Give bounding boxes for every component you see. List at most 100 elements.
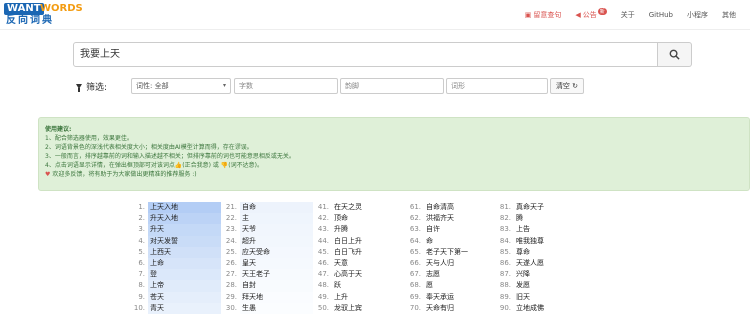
result-item[interactable]: 87. 兴降: [497, 269, 587, 280]
result-word[interactable]: 上天入地: [148, 202, 221, 214]
result-word[interactable]: 上升: [332, 292, 405, 303]
result-item[interactable]: 70. 天命有归: [407, 303, 497, 314]
nav-miniprogram[interactable]: 小程序: [687, 10, 708, 20]
result-item[interactable]: 8. 上帝: [131, 280, 221, 292]
nav-other[interactable]: 其他: [722, 10, 736, 20]
result-word[interactable]: 发愿: [514, 280, 587, 291]
result-item[interactable]: 62. 洪福齐天: [407, 213, 497, 224]
result-word[interactable]: 天意: [332, 258, 405, 269]
result-item[interactable]: 61. 自命清高: [407, 202, 497, 213]
result-word[interactable]: 志愿: [424, 269, 497, 280]
result-item[interactable]: 49. 上升: [315, 292, 405, 303]
result-item[interactable]: 43. 升腾: [315, 224, 405, 235]
result-word[interactable]: 天王老子: [240, 269, 313, 281]
result-item[interactable]: 67. 志愿: [407, 269, 497, 280]
result-item[interactable]: 23. 天爷: [223, 224, 313, 236]
result-word[interactable]: 上告: [514, 224, 587, 235]
result-word[interactable]: 老子天下第一: [424, 247, 497, 258]
result-item[interactable]: 21. 自命: [223, 202, 313, 214]
result-word[interactable]: 心高于天: [332, 269, 405, 280]
search-button[interactable]: [658, 42, 692, 67]
result-item[interactable]: 42. 顶命: [315, 213, 405, 224]
result-item[interactable]: 44. 白日上升: [315, 236, 405, 247]
result-word[interactable]: 升天入地: [148, 213, 221, 225]
result-item[interactable]: 81. 真命天子: [497, 202, 587, 213]
result-word[interactable]: 白日飞升: [332, 247, 405, 258]
result-item[interactable]: 84. 唯我独尊: [497, 236, 587, 247]
result-item[interactable]: 9. 苍天: [131, 291, 221, 303]
word-shape-input[interactable]: 词形: [446, 78, 548, 94]
result-item[interactable]: 7. 登: [131, 269, 221, 281]
result-item[interactable]: 6. 上命: [131, 257, 221, 270]
char-count-input[interactable]: 字数: [234, 78, 338, 94]
result-item[interactable]: 50. 龙驭上宾: [315, 303, 405, 314]
result-word[interactable]: 对天发誓: [148, 235, 221, 247]
result-word[interactable]: 真命天子: [514, 202, 587, 213]
result-item[interactable]: 30. 生愚: [223, 302, 313, 314]
result-item[interactable]: 69. 奉天承运: [407, 292, 497, 303]
result-item[interactable]: 82. 腾: [497, 213, 587, 224]
result-word[interactable]: 顶命: [332, 213, 405, 224]
result-word[interactable]: 自封: [240, 280, 313, 292]
result-item[interactable]: 22. 主: [223, 213, 313, 225]
result-word[interactable]: 登: [148, 269, 221, 281]
result-word[interactable]: 天遂人愿: [514, 258, 587, 269]
result-word[interactable]: 跃: [332, 280, 405, 291]
result-item[interactable]: 89. 旧天: [497, 292, 587, 303]
nav-notice[interactable]: ◀ 公告 新: [575, 7, 607, 20]
result-item[interactable]: 2. 升天入地: [131, 213, 221, 225]
nav-feedback[interactable]: ▣ 留意查句: [525, 10, 562, 20]
result-item[interactable]: 68. 愿: [407, 280, 497, 291]
result-word[interactable]: 自许: [424, 224, 497, 235]
result-word[interactable]: 主: [240, 213, 313, 225]
result-item[interactable]: 3. 升天: [131, 224, 221, 236]
result-item[interactable]: 24. 超升: [223, 235, 313, 247]
result-word[interactable]: 自命清高: [424, 202, 497, 213]
result-word[interactable]: 白日上升: [332, 236, 405, 247]
search-input[interactable]: 我要上天: [73, 42, 658, 67]
result-word[interactable]: 尊命: [514, 247, 587, 258]
nav-about[interactable]: 关于: [621, 10, 635, 20]
result-item[interactable]: 26. 皇天: [223, 257, 313, 270]
result-word[interactable]: 上西天: [148, 246, 221, 258]
result-item[interactable]: 83. 上告: [497, 224, 587, 235]
result-item[interactable]: 85. 尊命: [497, 247, 587, 258]
nav-github[interactable]: GitHub: [649, 11, 673, 19]
result-word[interactable]: 愿: [424, 280, 497, 291]
result-word[interactable]: 天与人归: [424, 258, 497, 269]
result-word[interactable]: 自命: [240, 202, 313, 214]
result-word[interactable]: 超升: [240, 235, 313, 247]
result-item[interactable]: 48. 跃: [315, 280, 405, 291]
result-word[interactable]: 天爷: [240, 224, 313, 236]
clear-button[interactable]: 清空 ↻: [550, 78, 584, 94]
logo[interactable]: WANT WORDS 反向词典: [4, 2, 83, 28]
result-item[interactable]: 45. 白日飞升: [315, 247, 405, 258]
result-item[interactable]: 27. 天王老子: [223, 269, 313, 281]
result-item[interactable]: 65. 老子天下第一: [407, 247, 497, 258]
result-item[interactable]: 10. 青天: [131, 302, 221, 314]
rhyme-input[interactable]: 韵脚: [340, 78, 444, 94]
pos-select[interactable]: 词性: 全部 ▾: [131, 78, 231, 94]
result-word[interactable]: 命: [424, 236, 497, 247]
result-item[interactable]: 46. 天意: [315, 258, 405, 269]
result-item[interactable]: 64. 命: [407, 236, 497, 247]
result-word[interactable]: 升腾: [332, 224, 405, 235]
result-word[interactable]: 拜天地: [240, 291, 313, 303]
result-word[interactable]: 立地成佛: [514, 303, 587, 314]
result-item[interactable]: 63. 自许: [407, 224, 497, 235]
result-word[interactable]: 皇天: [240, 257, 313, 270]
result-word[interactable]: 龙驭上宾: [332, 303, 405, 314]
result-word[interactable]: 腾: [514, 213, 587, 224]
result-item[interactable]: 4. 对天发誓: [131, 235, 221, 247]
result-item[interactable]: 28. 自封: [223, 280, 313, 292]
result-word[interactable]: 应天受命: [240, 246, 313, 258]
result-word[interactable]: 青天: [148, 302, 221, 314]
result-word[interactable]: 上帝: [148, 280, 221, 292]
result-item[interactable]: 29. 拜天地: [223, 291, 313, 303]
result-item[interactable]: 90. 立地成佛: [497, 303, 587, 314]
result-word[interactable]: 唯我独尊: [514, 236, 587, 247]
result-word[interactable]: 上命: [148, 257, 221, 270]
result-item[interactable]: 88. 发愿: [497, 280, 587, 291]
result-word[interactable]: 升天: [148, 224, 221, 236]
result-word[interactable]: 旧天: [514, 292, 587, 303]
